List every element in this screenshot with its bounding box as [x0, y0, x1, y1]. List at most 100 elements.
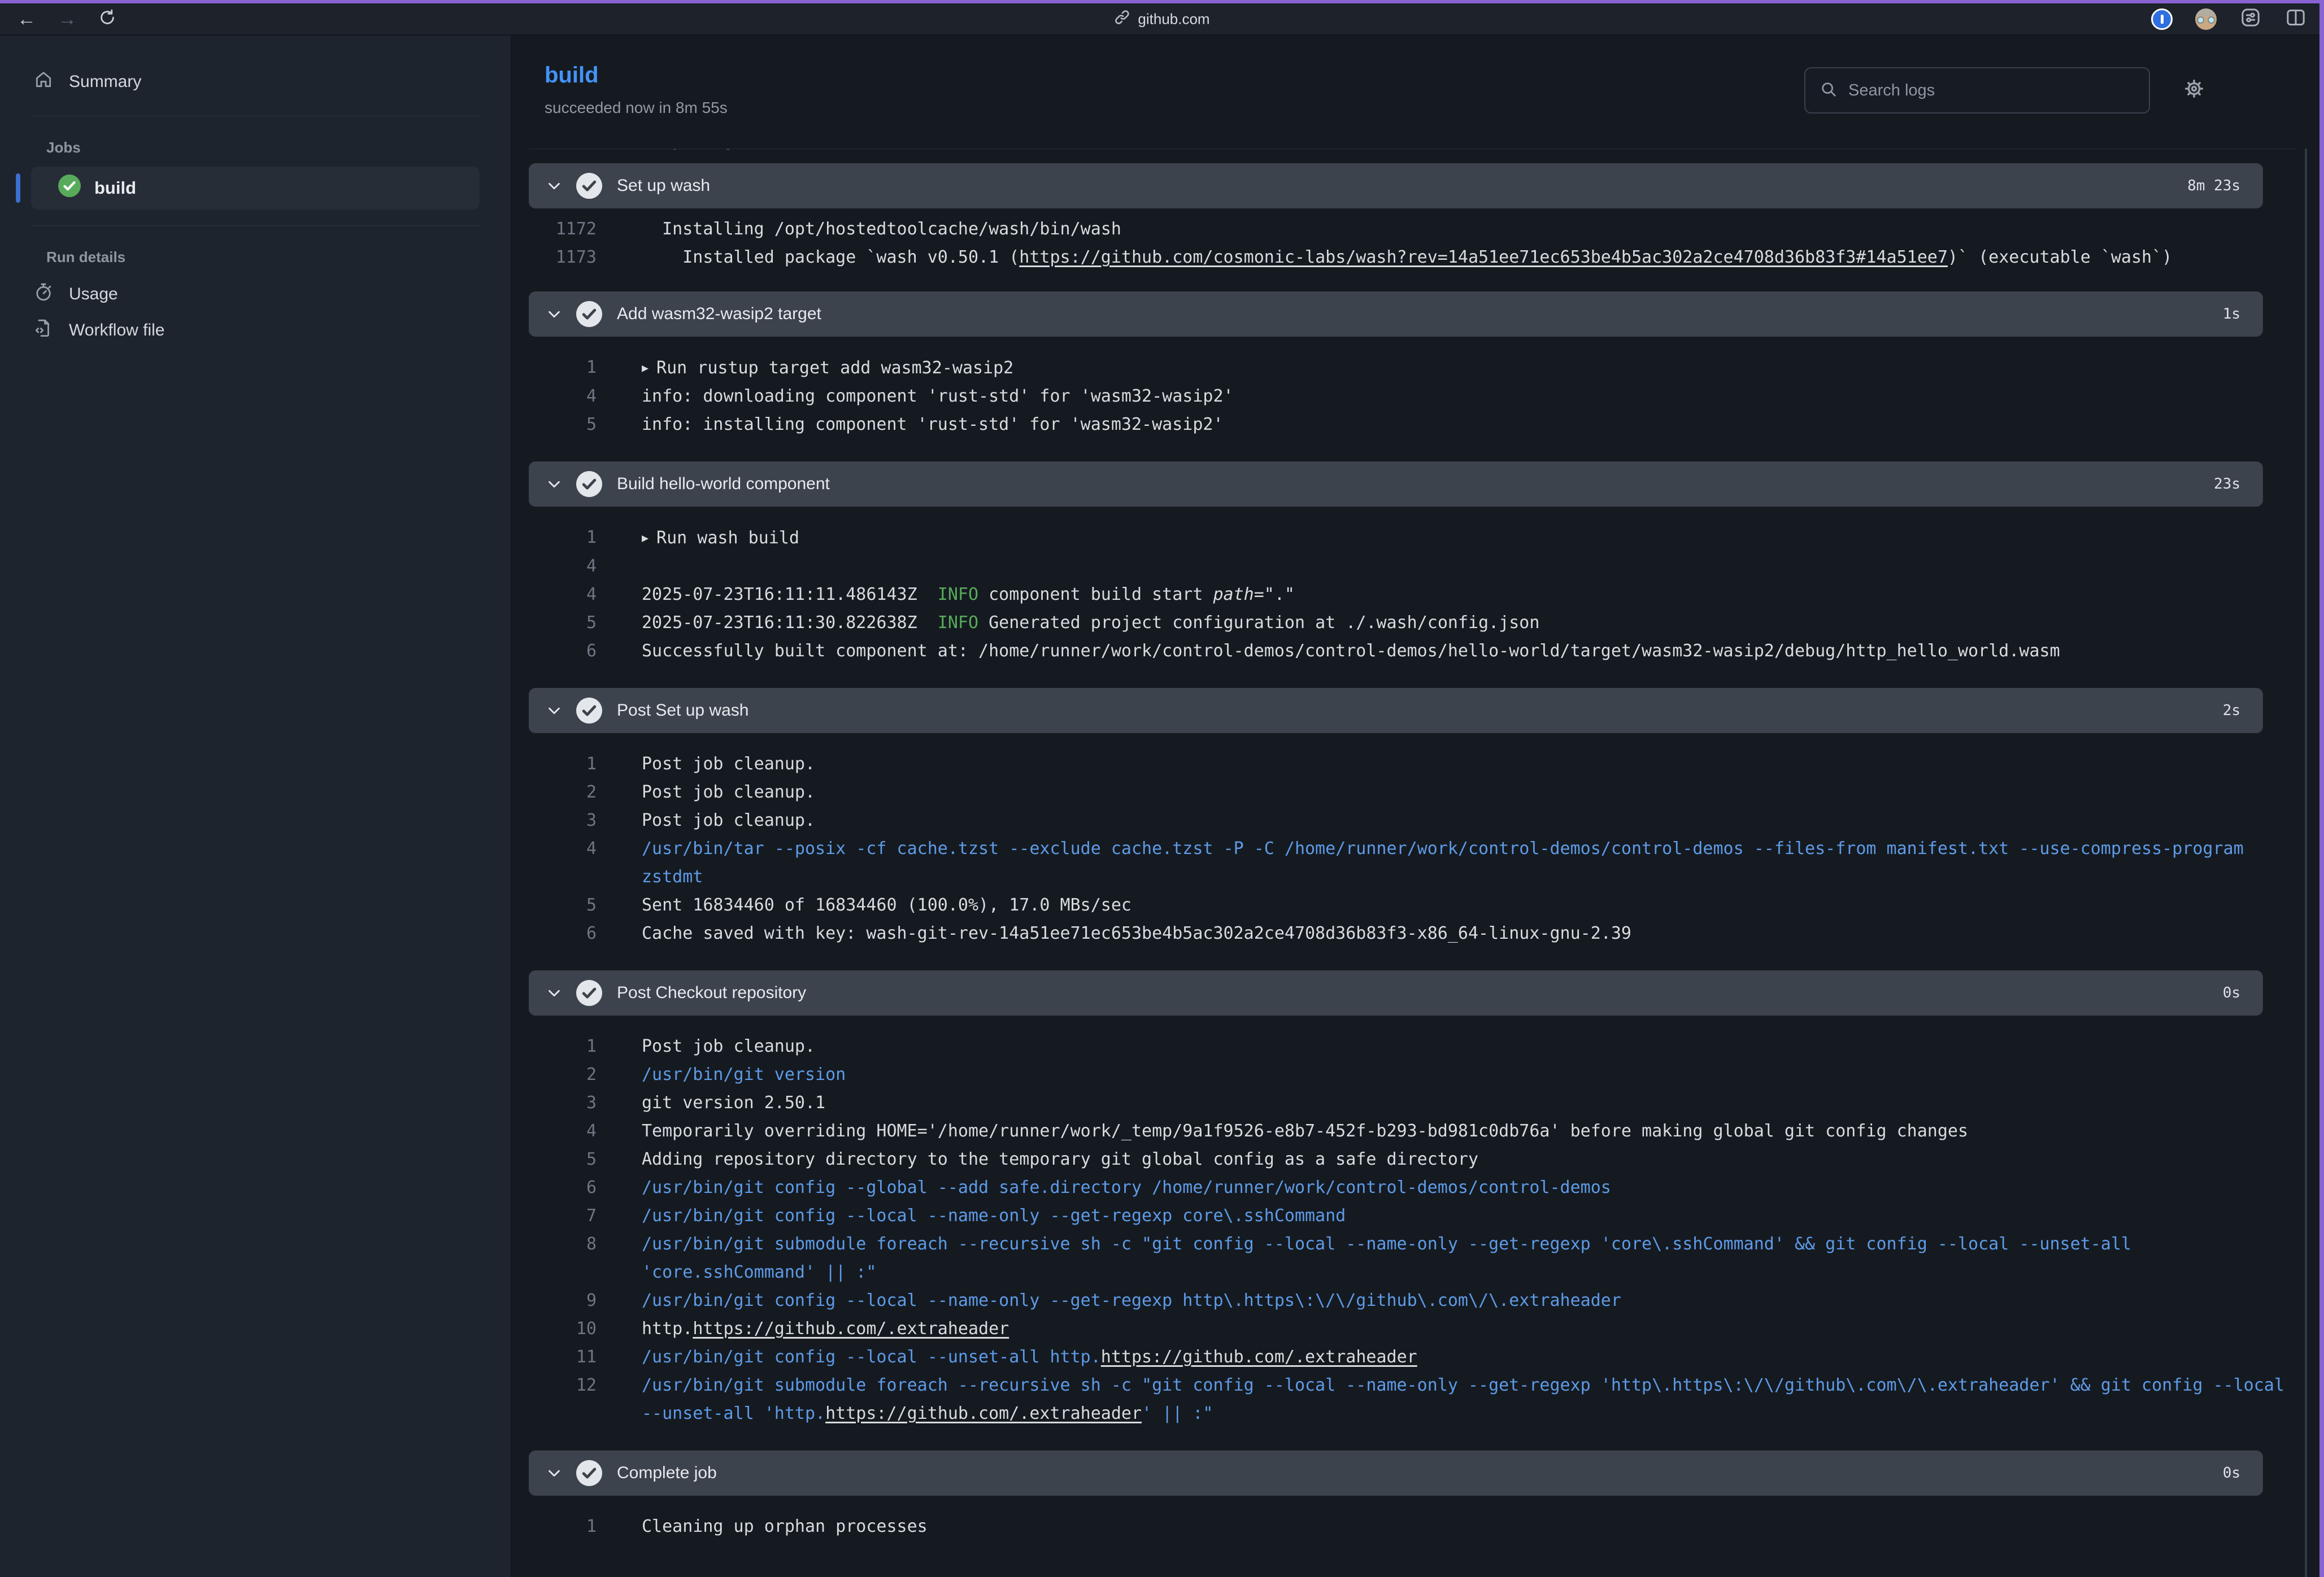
line-number[interactable]: 4 — [529, 382, 597, 411]
line-number[interactable]: 3 — [529, 1089, 597, 1117]
step-success-icon — [576, 173, 602, 199]
gear-icon[interactable] — [2182, 76, 2207, 104]
line-number[interactable]: 10 — [529, 1315, 597, 1343]
log-line[interactable]: 5info: installing component 'rust-std' f… — [529, 411, 2297, 439]
line-number[interactable]: 5 — [529, 1145, 597, 1174]
sidebar-item-workflow-file[interactable]: Workflow file — [0, 312, 511, 348]
section-header[interactable]: Add wasm32-wasip2 target1s — [529, 291, 2263, 337]
line-number[interactable]: 2 — [529, 778, 597, 807]
sidebar-item-job-build[interactable]: build — [31, 167, 480, 210]
chevron-down-icon[interactable] — [546, 702, 563, 719]
log-text-segment[interactable]: https://github.com/cosmonic-labs/wash?re… — [1019, 247, 1948, 267]
log-line[interactable]: 52025-07-23T16:11:30.822638Z INFO Genera… — [529, 609, 2297, 637]
forward-icon[interactable]: → — [58, 10, 77, 29]
log-line[interactable]: 1Cleaning up orphan processes — [529, 1513, 2297, 1541]
line-number[interactable]: 5 — [529, 609, 597, 637]
log-line[interactable]: 1172 Installing /opt/hostedtoolcache/was… — [529, 215, 2297, 243]
onepassword-icon[interactable] — [2151, 8, 2173, 30]
log-text-segment[interactable]: https://github.com/.extraheader — [1101, 1347, 1417, 1367]
chevron-down-icon[interactable] — [546, 984, 563, 1001]
page-title[interactable]: build — [545, 63, 599, 88]
log-viewport[interactable]: 1171Compiling wash v0.50.1Set up wash8m … — [529, 149, 2297, 1577]
line-number[interactable]: 9 — [529, 1287, 597, 1315]
log-scrollbar[interactable] — [2305, 149, 2307, 1577]
log-line[interactable]: 6/usr/bin/git config --global --add safe… — [529, 1174, 2297, 1202]
line-number[interactable]: 4 — [529, 835, 597, 863]
url-text: github.com — [1138, 10, 1209, 28]
line-number[interactable]: 1 — [529, 750, 597, 778]
log-line[interactable]: 7/usr/bin/git config --local --name-only… — [529, 1202, 2297, 1230]
log-line[interactable]: 5Adding repository directory to the temp… — [529, 1145, 2297, 1174]
step-title: Post Checkout repository — [617, 983, 2223, 1003]
log-line[interactable]: 4Temporarily overriding HOME='/home/runn… — [529, 1117, 2297, 1145]
log-line[interactable]: 2/usr/bin/git version — [529, 1061, 2297, 1089]
line-number[interactable]: 5 — [529, 411, 597, 439]
log-line[interactable]: 8/usr/bin/git submodule foreach --recurs… — [529, 1230, 2297, 1287]
log-line[interactable]: 1▶Run rustup target add wasm32-wasip2 — [529, 354, 2297, 382]
log-line[interactable]: 4/usr/bin/tar --posix -cf cache.tzst --e… — [529, 835, 2297, 891]
line-number[interactable]: 1 — [529, 1033, 597, 1061]
line-number[interactable]: 1 — [529, 1513, 597, 1541]
log-line[interactable]: 5Sent 16834460 of 16834460 (100.0%), 17.… — [529, 891, 2297, 920]
line-number[interactable]: 4 — [529, 552, 597, 581]
line-number[interactable]: 2 — [529, 1061, 597, 1089]
line-number[interactable]: 6 — [529, 637, 597, 665]
line-number[interactable]: 5 — [529, 891, 597, 920]
extensions-icon[interactable] — [2239, 6, 2262, 32]
log-line[interactable]: 11/usr/bin/git config --local --unset-al… — [529, 1343, 2297, 1371]
line-number[interactable]: 6 — [529, 1174, 597, 1202]
log-text-segment[interactable]: https://github.com/.extraheader — [693, 1319, 1009, 1339]
log-line[interactable]: 10http.https://github.com/.extraheader — [529, 1315, 2297, 1343]
search-logs-box[interactable] — [1804, 67, 2150, 114]
sidebar-item-usage[interactable]: Usage — [0, 276, 511, 312]
line-number[interactable]: 1171 — [529, 149, 597, 155]
log-line[interactable]: 6Cache saved with key: wash-git-rev-14a5… — [529, 920, 2297, 948]
section-header[interactable]: Set up wash8m 23s — [529, 163, 2263, 208]
chevron-down-icon[interactable] — [546, 177, 563, 194]
log-line[interactable]: 3Post job cleanup. — [529, 807, 2297, 835]
expand-arrow-icon[interactable]: ▶ — [642, 531, 649, 544]
section-header[interactable]: Build hello-world component23s — [529, 461, 2263, 507]
chevron-down-icon[interactable] — [546, 306, 563, 323]
line-number[interactable]: 1173 — [529, 243, 597, 272]
log-line[interactable]: 1Post job cleanup. — [529, 750, 2297, 778]
line-number[interactable]: 4 — [529, 581, 597, 609]
log-line[interactable]: 12/usr/bin/git submodule foreach --recur… — [529, 1371, 2297, 1428]
line-number[interactable]: 11 — [529, 1343, 597, 1371]
line-text: Compiling wash v0.50.1 — [642, 149, 2286, 155]
expand-arrow-icon[interactable]: ▶ — [642, 361, 649, 374]
section-header[interactable]: Complete job0s — [529, 1450, 2263, 1496]
back-icon[interactable]: ← — [17, 10, 36, 29]
section-header[interactable]: Post Set up wash2s — [529, 688, 2263, 733]
log-line[interactable]: 6Successfully built component at: /home/… — [529, 637, 2297, 665]
chevron-down-icon[interactable] — [546, 476, 563, 493]
line-number[interactable]: 8 — [529, 1230, 597, 1258]
line-number[interactable]: 1 — [529, 354, 597, 382]
log-line[interactable]: 4info: downloading component 'rust-std' … — [529, 382, 2297, 411]
chevron-down-icon[interactable] — [546, 1465, 563, 1482]
log-line[interactable]: 42025-07-23T16:11:11.486143Z INFO compon… — [529, 581, 2297, 609]
search-logs-input[interactable] — [1848, 81, 2134, 100]
log-line[interactable]: 9/usr/bin/git config --local --name-only… — [529, 1287, 2297, 1315]
reload-icon[interactable] — [98, 8, 116, 29]
log-text-segment[interactable]: https://github.com/.extraheader — [825, 1404, 1142, 1423]
url-bar[interactable]: github.com — [1114, 9, 1209, 29]
log-line[interactable]: 3git version 2.50.1 — [529, 1089, 2297, 1117]
log-line[interactable]: 4 — [529, 552, 2297, 581]
line-number[interactable]: 1172 — [529, 215, 597, 243]
line-number[interactable]: 1 — [529, 524, 597, 552]
line-number[interactable]: 6 — [529, 920, 597, 948]
line-number[interactable]: 12 — [529, 1371, 597, 1400]
log-line[interactable]: 1173 Installed package `wash v0.50.1 (ht… — [529, 243, 2297, 272]
line-number[interactable]: 7 — [529, 1202, 597, 1230]
log-line[interactable]: 1▶Run wash build — [529, 524, 2297, 552]
sidebar-item-summary[interactable]: Summary — [0, 64, 511, 100]
log-line[interactable]: 1171 Compiling wash v0.50.1 — [529, 149, 2297, 155]
log-line[interactable]: 1Post job cleanup. — [529, 1033, 2297, 1061]
log-line[interactable]: 2Post job cleanup. — [529, 778, 2297, 807]
section-header[interactable]: Post Checkout repository0s — [529, 970, 2263, 1016]
avatar[interactable] — [2195, 8, 2217, 30]
line-number[interactable]: 3 — [529, 807, 597, 835]
line-number[interactable]: 4 — [529, 1117, 597, 1145]
split-view-icon[interactable] — [2284, 6, 2307, 32]
